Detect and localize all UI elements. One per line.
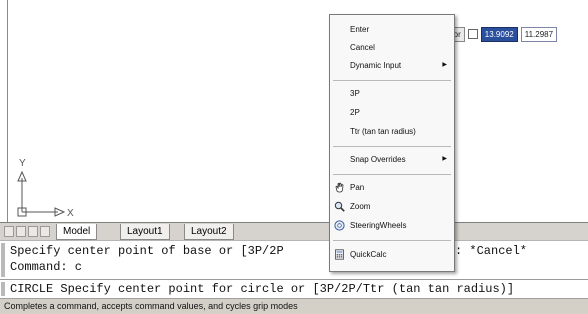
drawing-canvas[interactable]: e or 13.9092 11.2987 Y X (0, 0, 588, 222)
command-window-grip[interactable] (1, 243, 5, 277)
menu-separator (333, 174, 451, 175)
menu-separator (333, 146, 451, 147)
menu-item-2p[interactable]: 2P (330, 104, 454, 121)
dynamic-input-y-field[interactable]: 11.2987 (520, 26, 558, 42)
menu-separator (333, 240, 451, 241)
steeringwheels-icon (334, 220, 345, 231)
command-history-line: Specify center point of base or [3P/2P (10, 244, 284, 258)
menu-item-label: Pan (350, 183, 365, 192)
next-tab-button[interactable] (28, 226, 38, 237)
layout-tabs-bar: Model Layout1 Layout2 (0, 222, 588, 241)
pan-hand-icon (335, 182, 344, 193)
zoom-magnifier-icon (334, 201, 345, 212)
ucs-icon: Y X (17, 158, 74, 219)
menu-item-label: Zoom (350, 202, 371, 211)
command-line-prompt: CIRCLE Specify center point for circle o… (10, 282, 515, 296)
menu-item-label: Cancel (350, 43, 375, 52)
autocad-window: e or 13.9092 11.2987 Y X Model Layout1 L… (0, 0, 588, 314)
menu-item-label: Dynamic Input (350, 61, 402, 70)
menu-item-label: Snap Overrides (350, 155, 406, 164)
menu-item-label: QuickCalc (350, 250, 387, 259)
menu-item-label: Ttr (tan tan radius) (350, 127, 416, 136)
menu-item-quickcalc[interactable]: QuickCalc (330, 246, 454, 263)
menu-item-steeringwheels[interactable]: SteeringWheels (330, 217, 454, 234)
menu-item-pan[interactable]: Pan (330, 179, 454, 196)
ucs-y-label: Y (19, 158, 26, 169)
menu-item-cancel[interactable]: Cancel (330, 39, 454, 56)
tab-layout2[interactable]: Layout2 (184, 224, 234, 240)
menu-item-label: SteeringWheels (350, 221, 407, 230)
menu-item-dynamic-input[interactable]: Dynamic Input ▶ (330, 57, 454, 74)
first-tab-button[interactable] (4, 226, 14, 237)
tab-model[interactable]: Model (56, 224, 98, 240)
menu-item-label: 3P (350, 89, 360, 98)
menu-item-zoom[interactable]: Zoom (330, 198, 454, 215)
ucs-x-label: X (67, 208, 74, 219)
last-tab-button[interactable] (40, 226, 50, 237)
tab-layout1[interactable]: Layout1 (120, 224, 170, 240)
dynamic-input-x-field[interactable]: 13.9092 (480, 26, 518, 42)
submenu-arrow-icon: ▶ (442, 62, 447, 68)
menu-item-label: 2P (350, 108, 360, 117)
command-line[interactable]: CIRCLE Specify center point for circle o… (0, 279, 588, 299)
menu-item-3p[interactable]: 3P (330, 85, 454, 102)
calculator-icon (335, 249, 344, 260)
status-bar: Completes a command, accepts command val… (0, 298, 588, 314)
command-history-line: Command: c (10, 260, 83, 274)
context-menu: Enter Cancel Dynamic Input ▶ 3P 2P Ttr (… (329, 14, 455, 272)
dynamic-input-tooltip: e or 13.9092 11.2987 (443, 26, 558, 42)
menu-item-label: Enter (350, 25, 370, 34)
menu-item-ttr[interactable]: Ttr (tan tan radius) (330, 123, 454, 140)
previous-tab-button[interactable] (16, 226, 26, 237)
command-line-grip (1, 282, 5, 296)
menu-separator (333, 80, 451, 81)
menu-item-snap-overrides[interactable]: Snap Overrides ▶ (330, 151, 454, 168)
command-history[interactable]: Specify center point of base or [3P/2P :… (0, 240, 588, 279)
dynamic-input-lock-icon (467, 29, 478, 39)
command-history-cancel: : *Cancel* (455, 244, 528, 258)
menu-item-enter[interactable]: Enter (330, 21, 454, 38)
submenu-arrow-icon: ▶ (442, 156, 447, 162)
